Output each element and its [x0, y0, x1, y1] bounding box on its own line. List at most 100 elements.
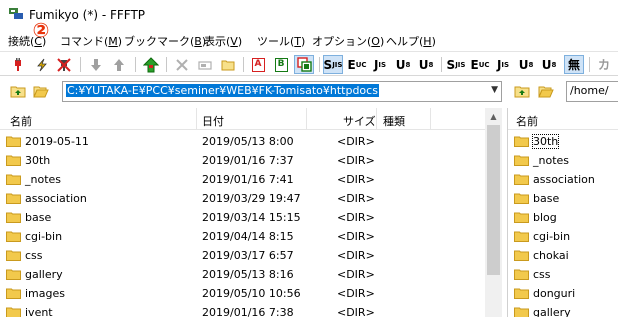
file-date: 2019/01/16 7:38: [202, 306, 294, 317]
kanji-sjis-button[interactable]: S JIS: [323, 55, 343, 74]
upload-button[interactable]: [109, 55, 129, 74]
rename-button[interactable]: [195, 55, 215, 74]
kana-convert-button[interactable]: カ: [594, 55, 614, 74]
remote-kanji-jis-button[interactable]: J IS: [493, 55, 513, 74]
kanji-utf8-button[interactable]: U8: [393, 55, 413, 74]
remote-file-row[interactable]: base: [508, 189, 618, 208]
file-date: 2019/03/14 15:15: [202, 211, 301, 224]
folder-icon: [514, 174, 529, 185]
quick-connect-button[interactable]: [32, 55, 52, 74]
kanji-sub-letter: UC: [478, 60, 490, 69]
remote-kanji-euc-button[interactable]: E UC: [470, 55, 490, 74]
menu-view[interactable]: 表示(V): [204, 33, 242, 49]
menu-command[interactable]: コマンド(M): [60, 33, 122, 49]
scroll-up-arrow-icon[interactable]: ▲: [485, 108, 502, 125]
local-file-row[interactable]: 30th 2019/01/16 7:37 <DIR>: [0, 151, 485, 170]
folder-up-icon: [10, 86, 26, 98]
remote-column-name[interactable]: 名前: [516, 108, 538, 130]
local-column-name[interactable]: 名前: [10, 108, 32, 130]
folder-icon: [6, 307, 21, 317]
file-name: association: [25, 192, 87, 205]
delete-button[interactable]: [172, 55, 192, 74]
local-vertical-scrollbar[interactable]: ▲: [485, 108, 502, 317]
mirror-upload-button[interactable]: [141, 55, 161, 74]
ascii-mode-button[interactable]: A: [248, 55, 268, 74]
local-column-type[interactable]: 種類: [383, 108, 405, 130]
file-name: cgi-bin: [25, 230, 63, 243]
menu-label: コマンド(: [60, 35, 109, 48]
local-file-row[interactable]: images 2019/05/10 10:56 <DIR>: [0, 284, 485, 303]
local-file-row[interactable]: _notes 2019/01/16 7:41 <DIR>: [0, 170, 485, 189]
column-divider[interactable]: [306, 108, 307, 130]
chevron-down-icon[interactable]: ▼: [491, 85, 498, 95]
local-column-header: [0, 108, 485, 130]
remote-kanji-utf8bom-button[interactable]: U8: [539, 55, 559, 74]
scrollbar-thumb[interactable]: [487, 125, 500, 275]
remote-kanji-utf8-button[interactable]: U8: [516, 55, 536, 74]
auto-mode-button[interactable]: [294, 55, 314, 74]
remote-kanji-sjis-button[interactable]: S JIS: [446, 55, 466, 74]
menu-label: ヘルプ(: [386, 35, 424, 48]
file-date: 2019/01/16 7:37: [202, 154, 294, 167]
local-file-row[interactable]: association 2019/03/29 19:47 <DIR>: [0, 189, 485, 208]
local-file-row[interactable]: 2019-05-11 2019/05/13 8:00 <DIR>: [0, 132, 485, 151]
toolbar-separator: [166, 57, 167, 72]
file-name: gallery: [25, 268, 63, 281]
menu-help[interactable]: ヘルプ(H): [386, 33, 436, 49]
local-path-input[interactable]: C:¥YUTAKA-E¥PCC¥seminer¥WEB¥FK-Tomisato¥…: [62, 81, 502, 102]
local-parent-folder-button[interactable]: [8, 82, 28, 101]
remote-file-row[interactable]: 30th: [508, 132, 618, 151]
kanji-utf8bom-button[interactable]: U8: [416, 55, 436, 74]
remote-file-row[interactable]: gallery: [508, 303, 618, 317]
menu-tools[interactable]: ツール(T): [257, 33, 305, 49]
remote-file-row[interactable]: blog: [508, 208, 618, 227]
local-file-row[interactable]: gallery 2019/05/13 8:16 <DIR>: [0, 265, 485, 284]
remote-file-row[interactable]: association: [508, 170, 618, 189]
ascii-mode-label: A: [251, 57, 265, 72]
menu-options[interactable]: オプション(O): [312, 33, 384, 49]
remote-file-row[interactable]: cgi-bin: [508, 227, 618, 246]
disconnect-button[interactable]: [54, 55, 74, 74]
kanji-euc-button[interactable]: E UC: [347, 55, 367, 74]
menu-bookmark[interactable]: ブックマーク(B): [124, 33, 206, 49]
folder-icon: [6, 136, 21, 147]
toolbar-separator: [243, 57, 244, 72]
menu-accel-key: H: [423, 35, 432, 48]
connect-button[interactable]: [8, 55, 28, 74]
remote-file-row[interactable]: chokai: [508, 246, 618, 265]
file-size: <DIR>: [337, 306, 375, 317]
local-file-row[interactable]: ivent 2019/01/16 7:38 <DIR>: [0, 303, 485, 317]
menu-accel-key: V: [230, 35, 238, 48]
menu-label: ブックマーク(: [124, 35, 195, 48]
open-folder-icon: [33, 86, 49, 98]
kanji-main-letter: U: [418, 57, 429, 72]
column-divider[interactable]: [376, 108, 377, 130]
remote-file-row[interactable]: _notes: [508, 151, 618, 170]
column-divider[interactable]: [196, 108, 197, 130]
local-column-size[interactable]: サイズ: [343, 108, 376, 130]
remote-open-folder-button[interactable]: [536, 82, 556, 101]
new-folder-button[interactable]: [218, 55, 238, 74]
folder-icon: [514, 250, 529, 261]
local-column-date[interactable]: 日付: [202, 108, 224, 130]
remote-file-row[interactable]: donguri: [508, 284, 618, 303]
remote-file-row[interactable]: css: [508, 265, 618, 284]
column-divider[interactable]: [430, 108, 431, 130]
no-conversion-button[interactable]: 無: [564, 55, 584, 74]
kanji-main-letter: U: [541, 57, 552, 72]
open-folder-icon: [538, 86, 554, 98]
remote-file-list: 名前 30th _notes association base blog cgi-bin c…: [507, 108, 618, 317]
remote-path-input[interactable]: /home/: [566, 81, 618, 102]
kanji-sub-letter: 8: [405, 60, 411, 69]
local-open-folder-button[interactable]: [31, 82, 51, 101]
remote-parent-folder-button[interactable]: [512, 82, 532, 101]
no-conversion-label: 無: [567, 58, 580, 72]
local-file-row[interactable]: base 2019/03/14 15:15 <DIR>: [0, 208, 485, 227]
kanji-sub-letter: 8: [528, 60, 534, 69]
local-file-row[interactable]: cgi-bin 2019/04/14 8:15 <DIR>: [0, 227, 485, 246]
binary-mode-button[interactable]: B: [271, 55, 291, 74]
download-button[interactable]: [86, 55, 106, 74]
local-file-row[interactable]: css 2019/03/17 6:57 <DIR>: [0, 246, 485, 265]
file-size: <DIR>: [337, 211, 375, 224]
kanji-jis-button[interactable]: J IS: [370, 55, 390, 74]
